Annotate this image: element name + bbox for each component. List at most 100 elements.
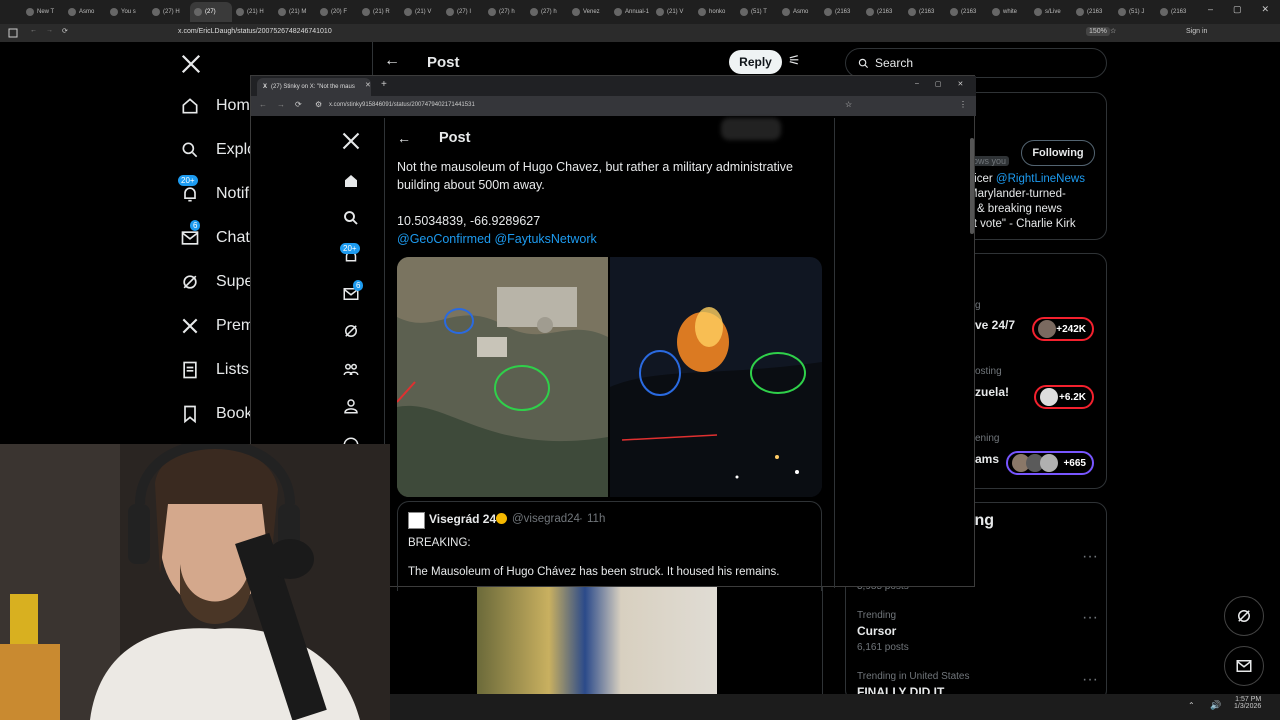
quote-author-name[interactable]: Visegrád 24 xyxy=(429,512,496,526)
live-pill[interactable]: +6.2K xyxy=(1034,385,1094,409)
tab-favicon-icon xyxy=(152,8,160,16)
quote-text: The Mausoleum of Hugo Chávez has been st… xyxy=(408,566,780,578)
home-icon[interactable] xyxy=(342,172,360,190)
browser-tab[interactable]: honko xyxy=(694,2,736,22)
browser-tab[interactable]: (21) H xyxy=(232,2,274,22)
x-premium-icon xyxy=(182,318,198,334)
minimize-icon[interactable]: – xyxy=(915,80,919,88)
list-icon xyxy=(183,361,197,379)
back-icon[interactable]: ← xyxy=(259,100,267,109)
search-icon[interactable] xyxy=(342,209,360,227)
browser-tab[interactable]: (2163 xyxy=(1072,2,1114,22)
tweet-mentions-link[interactable]: @GeoConfirmed @FaytuksNetwork xyxy=(397,230,827,248)
tab-favicon-icon xyxy=(572,8,580,16)
reload-icon[interactable]: ⟳ xyxy=(295,100,302,109)
more-icon[interactable]: ··· xyxy=(1082,609,1098,627)
site-info-icon[interactable]: ⚙ xyxy=(315,100,322,109)
browser-tab[interactable]: You s xyxy=(106,2,148,22)
x-logo-icon[interactable] xyxy=(180,53,202,80)
browser-tab[interactable]: (2163 xyxy=(862,2,904,22)
forward-icon[interactable]: → xyxy=(277,100,285,109)
grok-icon[interactable] xyxy=(342,322,360,340)
bookmark-star-icon[interactable]: ☆ xyxy=(1110,27,1116,35)
zoom-level[interactable]: 150% xyxy=(1086,27,1110,36)
minimize-icon[interactable]: – xyxy=(1208,4,1213,15)
tweet-media[interactable] xyxy=(397,257,822,497)
browser-tab[interactable]: (21) V xyxy=(652,2,694,22)
browser-tab[interactable]: (21) V xyxy=(400,2,442,22)
outer-url[interactable]: x.com/EricLDaugh/status/2007526748246741… xyxy=(178,28,332,35)
more-icon[interactable]: ··· xyxy=(1082,671,1098,689)
browser-tab[interactable]: New T xyxy=(22,2,64,22)
live-title[interactable]: ams xyxy=(975,452,999,466)
bookmark-star-icon[interactable]: ☆ xyxy=(845,100,852,109)
browser-tab[interactable]: Venez xyxy=(568,2,610,22)
following-button[interactable]: Following xyxy=(1021,140,1095,166)
browser-tab[interactable]: (27) h xyxy=(484,2,526,22)
browser-tab[interactable]: (2163 xyxy=(946,2,988,22)
bio-handle-link[interactable]: @RightLineNews xyxy=(996,173,1085,185)
new-tab-icon[interactable]: + xyxy=(381,79,387,90)
browser-tab[interactable]: (21) M xyxy=(274,2,316,22)
browser-tab[interactable]: (27) I xyxy=(442,2,484,22)
reload-icon[interactable]: ⟳ xyxy=(62,27,68,35)
forward-icon[interactable]: → xyxy=(46,27,53,34)
x-logo-icon[interactable] xyxy=(341,131,361,156)
popup-url[interactable]: x.com/stinky915846091/status/20074794021… xyxy=(329,102,475,108)
browser-tab[interactable]: (27) xyxy=(190,2,232,22)
communities-icon[interactable] xyxy=(342,360,360,378)
live-title[interactable]: zuela! xyxy=(975,385,1009,399)
close-icon[interactable]: ✕ xyxy=(1262,4,1270,15)
bg-back-icon[interactable]: ← xyxy=(384,52,400,70)
more-icon[interactable]: ··· xyxy=(1082,548,1098,566)
browser-tab[interactable]: white xyxy=(988,2,1030,22)
maximize-icon[interactable]: ▢ xyxy=(935,80,942,88)
tray-up-icon[interactable]: ⌃ xyxy=(1188,701,1195,710)
bg-post-video[interactable] xyxy=(477,587,717,694)
tab-favicon-icon xyxy=(26,8,34,16)
browser-tab[interactable]: (27) h xyxy=(526,2,568,22)
back-icon[interactable]: ← xyxy=(397,130,411,146)
sidebar-toggle-icon[interactable] xyxy=(8,28,18,38)
browser-tab[interactable]: Asmo xyxy=(778,2,820,22)
tab-close-icon[interactable]: ✕ xyxy=(365,81,371,89)
live-title[interactable]: ve 24/7 xyxy=(975,318,1015,332)
browser-tab[interactable]: s/Live xyxy=(1030,2,1072,22)
browser-tab[interactable]: (2163 xyxy=(1156,2,1198,22)
live-pill[interactable]: +665 xyxy=(1006,451,1094,475)
reply-button[interactable]: Reply xyxy=(729,50,782,74)
browser-tab[interactable]: Asmo xyxy=(64,2,106,22)
back-icon[interactable]: ← xyxy=(30,27,37,34)
clock[interactable]: 1:57 PM 1/3/2026 xyxy=(1234,696,1261,710)
quoted-tweet[interactable]: Visegrád 24 @visegrad24 · 11h BREAKING: … xyxy=(397,501,822,591)
quote-handle[interactable]: @visegrad24 xyxy=(512,513,580,525)
volume-icon[interactable]: 🔊 xyxy=(1210,700,1221,711)
live-pill[interactable]: +242K xyxy=(1032,317,1094,341)
trend-name[interactable]: Cursor xyxy=(857,624,896,638)
tab-title: (27) h xyxy=(499,9,515,15)
divider xyxy=(834,118,835,588)
browser-tab[interactable]: (51) J xyxy=(1114,2,1156,22)
scrollbar[interactable] xyxy=(970,138,974,234)
browser-tab[interactable]: (20) F xyxy=(316,2,358,22)
tab-title: (21) H xyxy=(247,9,264,15)
avatar xyxy=(1038,320,1056,338)
browser-tab[interactable]: (21) R xyxy=(358,2,400,22)
maximize-icon[interactable]: ▢ xyxy=(1233,4,1242,15)
browser-tab[interactable]: (2163 xyxy=(904,2,946,22)
menu-icon[interactable]: ⋮ xyxy=(959,100,967,109)
outer-address-bar: ← → ⟳ x.com/EricLDaugh/status/2007526748… xyxy=(0,24,1280,42)
popup-tab[interactable]: X (27) Stinky on X: "Not the maus xyxy=(257,78,371,96)
browser-tab[interactable]: Annual-1 xyxy=(610,2,652,22)
browser-tab[interactable]: (51) T xyxy=(736,2,778,22)
browser-tab[interactable]: (27) H xyxy=(148,2,190,22)
grok-fab[interactable] xyxy=(1224,596,1264,636)
filter-icon[interactable]: ⚟ xyxy=(788,52,801,69)
close-icon[interactable]: ✕ xyxy=(958,80,964,88)
search-input[interactable]: Search xyxy=(845,48,1107,78)
messages-fab[interactable] xyxy=(1224,646,1264,686)
browser-tab[interactable]: (2163 xyxy=(820,2,862,22)
sign-in-button[interactable]: Sign in xyxy=(1186,28,1207,35)
profile-icon[interactable] xyxy=(342,397,360,415)
tab-favicon-icon xyxy=(110,8,118,16)
